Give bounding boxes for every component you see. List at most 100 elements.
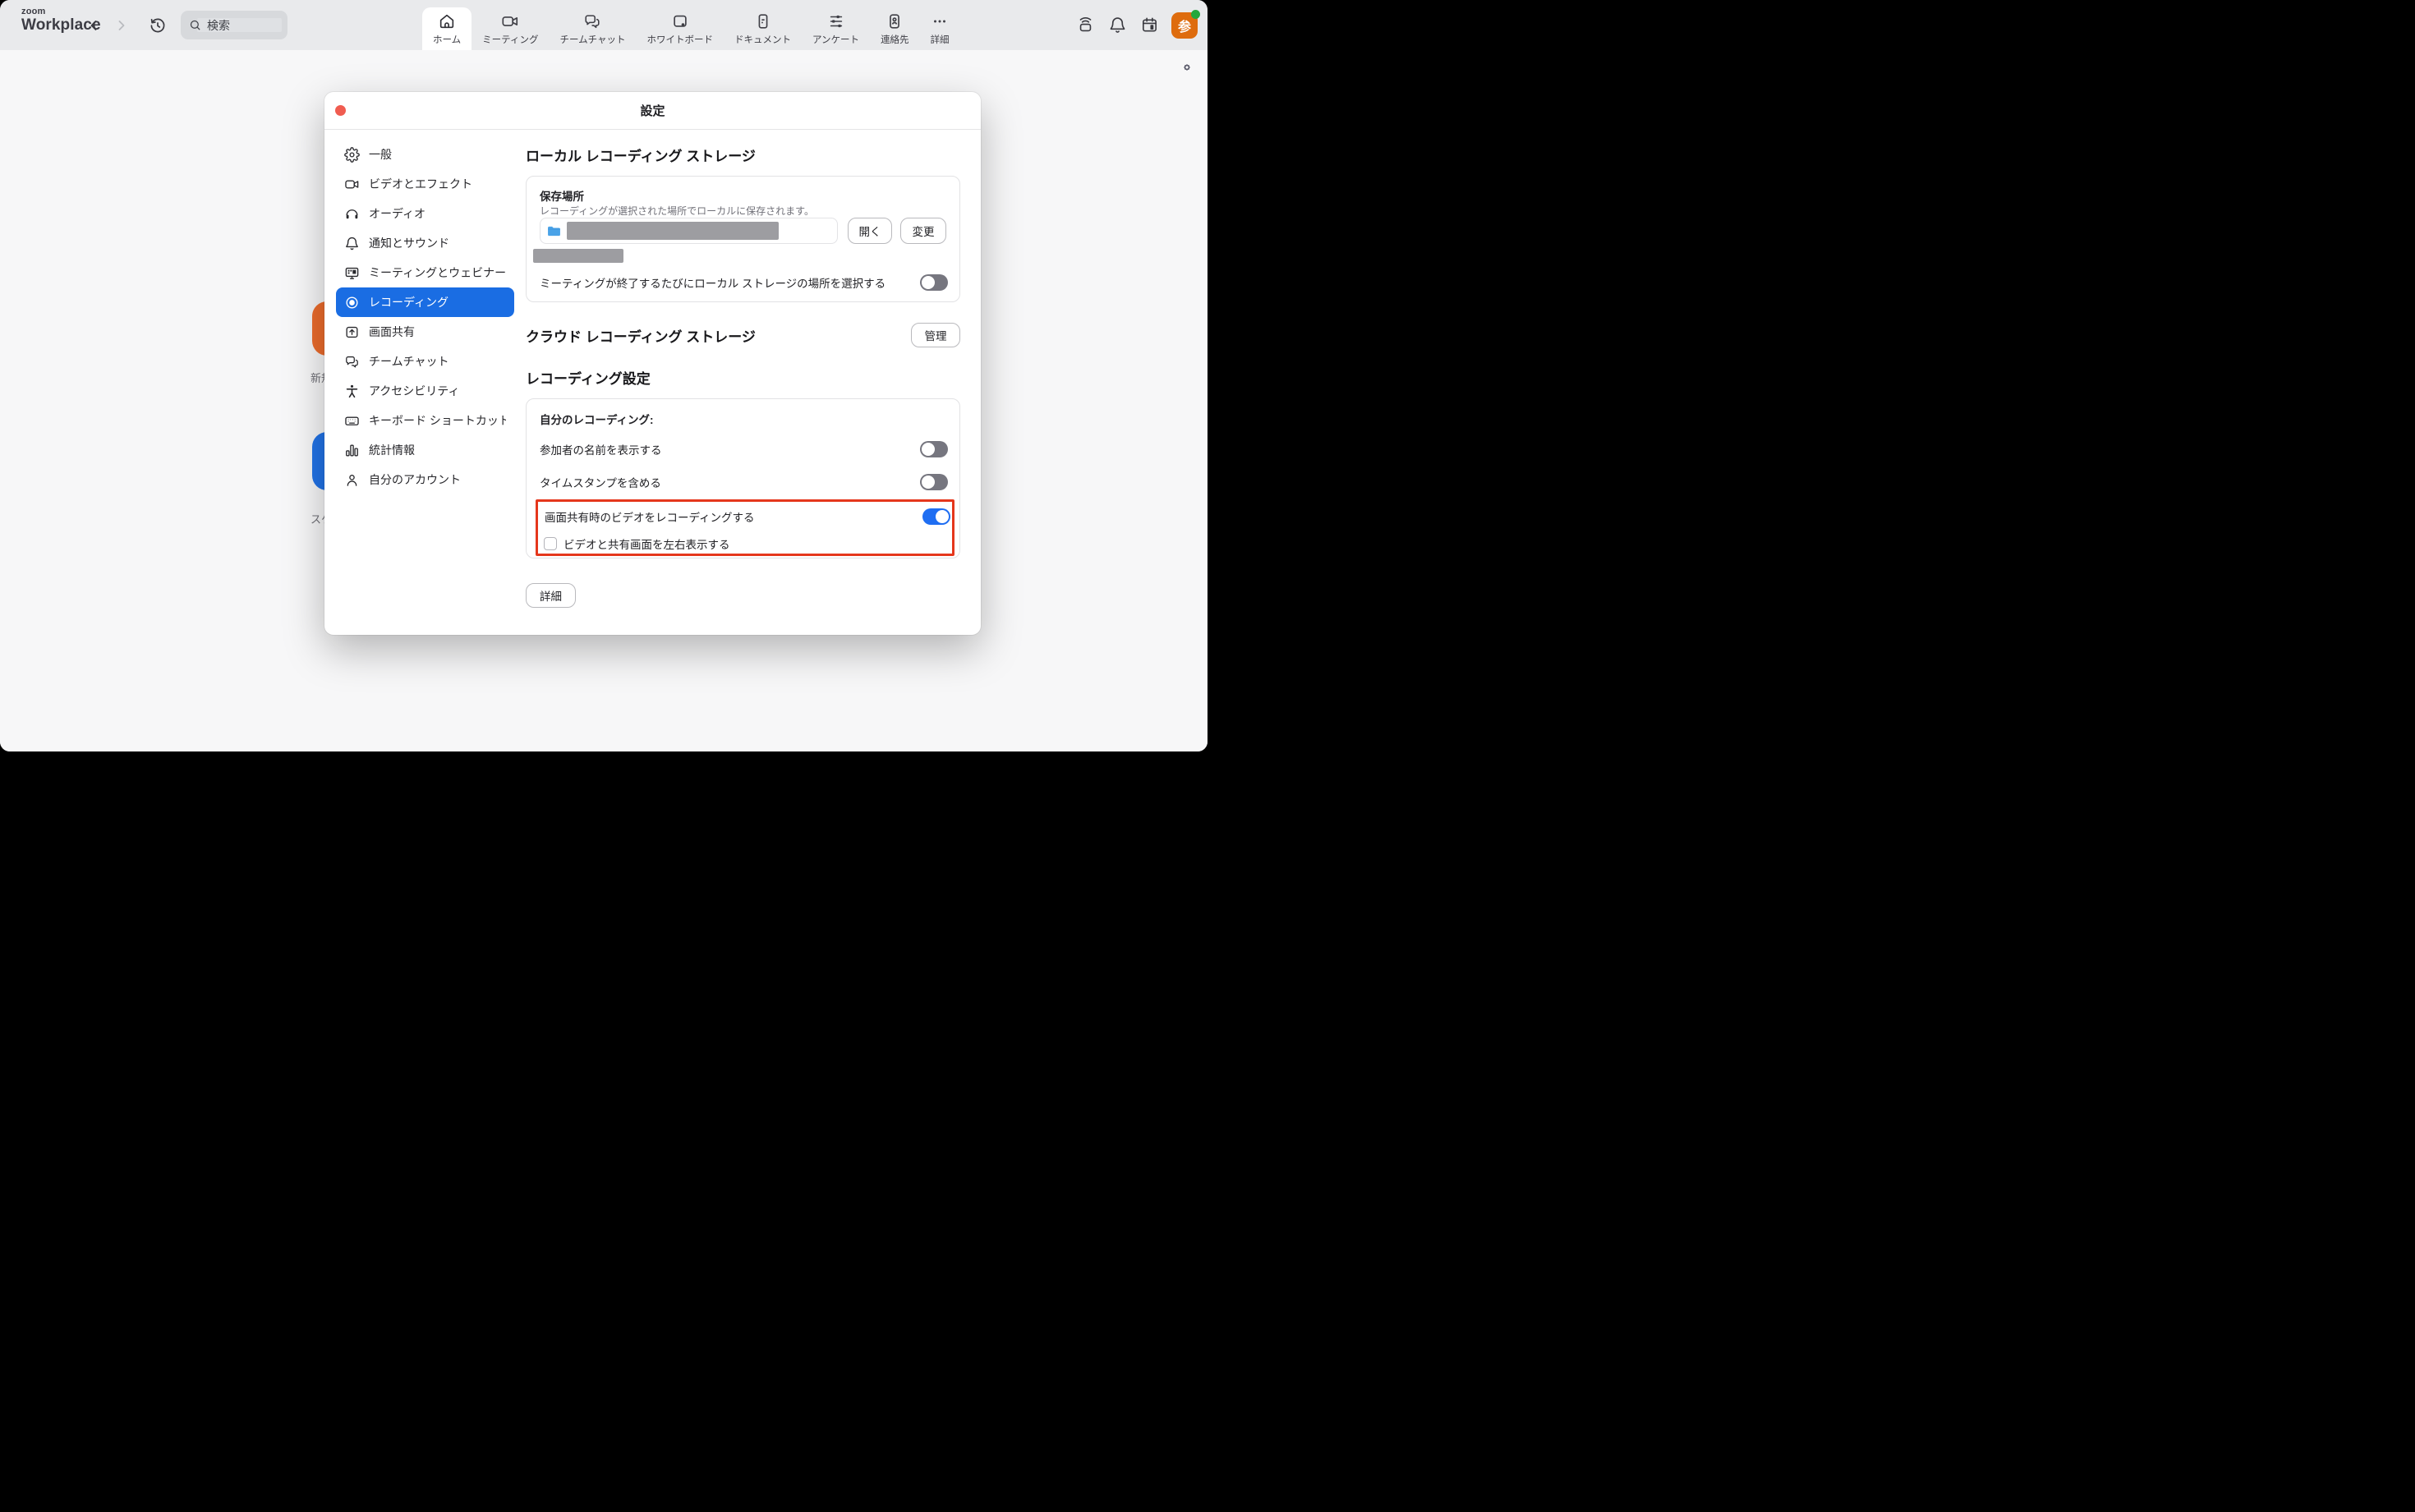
- settings-sidebar: 一般 ビデオとエフェクト オーディオ 通知とサウンド ミーティングとウェビナー: [324, 130, 526, 634]
- side-by-side-row: ビデオと共有画面を左右表示する: [544, 535, 730, 552]
- whiteboard-icon: [671, 12, 689, 30]
- toggle-knob: [922, 476, 935, 489]
- sidebar-item-meetings-webinars[interactable]: ミーティングとウェビナー: [336, 258, 514, 287]
- avatar-initial: 参: [1178, 16, 1191, 35]
- timestamp-row: タイムスタンプを含める: [540, 474, 948, 490]
- sidebar-item-general[interactable]: 一般: [336, 140, 514, 169]
- home-settings-gear-icon[interactable]: [1180, 61, 1194, 74]
- top-toolbar: zoom Workplace 検索 ホーム: [0, 0, 1208, 50]
- tab-meetings[interactable]: ミーティング: [472, 7, 549, 50]
- history-button[interactable]: [148, 16, 168, 35]
- sidebar-item-statistics[interactable]: 統計情報: [336, 435, 514, 465]
- dialog-titlebar: 設定: [324, 92, 981, 130]
- avatar[interactable]: 参: [1171, 12, 1198, 39]
- record-icon: [344, 295, 360, 310]
- ellipsis-icon: [931, 12, 949, 30]
- team-chat-icon: [583, 12, 601, 30]
- choose-location-toggle[interactable]: [920, 274, 948, 291]
- tab-team-chat[interactable]: チームチャット: [549, 7, 636, 50]
- tab-more[interactable]: 詳細: [920, 7, 960, 50]
- sidebar-item-label: レコーディング: [369, 294, 448, 310]
- tab-label: 連絡先: [881, 33, 909, 46]
- search-placeholder: 検索: [207, 17, 230, 34]
- details-button[interactable]: 詳細: [526, 583, 576, 608]
- sidebar-item-label: 一般: [369, 146, 392, 163]
- person-icon: [344, 472, 360, 488]
- local-storage-card: 保存場所 レコーディングが選択された場所でローカルに保存されます。 開く 変更 …: [526, 176, 960, 302]
- tab-surveys[interactable]: アンケート: [802, 7, 870, 50]
- sidebar-item-video-effects[interactable]: ビデオとエフェクト: [336, 169, 514, 199]
- sidebar-item-accessibility[interactable]: アクセシビリティ: [336, 376, 514, 406]
- keyboard-icon: [344, 413, 360, 429]
- timestamp-label: タイムスタンプを含める: [540, 474, 661, 490]
- sidebar-item-my-account[interactable]: 自分のアカウント: [336, 465, 514, 494]
- main-nav-tabs: ホーム ミーティング チームチャット ホワイトボード ドキュメント アンケート: [422, 0, 960, 50]
- open-button[interactable]: 開く: [848, 218, 892, 244]
- sidebar-item-team-chat[interactable]: チームチャット: [336, 347, 514, 376]
- path-redaction: [567, 222, 779, 240]
- sidebar-item-label: キーボード ショートカット: [369, 412, 506, 429]
- tab-label: チームチャット: [559, 33, 625, 46]
- toggle-knob: [936, 510, 949, 523]
- manage-button[interactable]: 管理: [911, 323, 960, 347]
- participant-names-label: 参加者の名前を表示する: [540, 441, 662, 457]
- search-icon: [189, 19, 201, 31]
- accessibility-icon: [344, 384, 360, 399]
- settings-dialog: 設定 一般 ビデオとエフェクト オーディオ 通知とサウン: [324, 92, 981, 635]
- sidebar-item-label: チームチャット: [369, 353, 448, 370]
- record-video-share-row: 画面共有時のビデオをレコーディングする: [545, 508, 950, 525]
- local-recording-heading: ローカル レコーディング ストレージ: [526, 145, 961, 165]
- sidebar-item-label: 通知とサウンド: [369, 235, 449, 251]
- change-button[interactable]: 変更: [900, 218, 946, 244]
- home-icon: [438, 12, 456, 30]
- sidebar-item-label: 統計情報: [369, 442, 415, 458]
- share-to-device-icon: [1076, 16, 1095, 34]
- side-by-side-checkbox[interactable]: [544, 537, 557, 550]
- tab-home[interactable]: ホーム: [422, 7, 472, 50]
- recording-path-field[interactable]: [540, 218, 838, 244]
- record-video-share-toggle[interactable]: [922, 508, 950, 525]
- statistics-icon: [344, 443, 360, 458]
- sidebar-item-label: アクセシビリティ: [369, 383, 459, 399]
- video-camera-icon: [344, 177, 360, 192]
- tab-contacts[interactable]: 連絡先: [870, 7, 920, 50]
- tab-label: ホーム: [433, 33, 461, 46]
- toggle-knob: [922, 443, 935, 456]
- sidebar-item-screen-share[interactable]: 画面共有: [336, 317, 514, 347]
- notifications-button[interactable]: [1107, 16, 1127, 35]
- team-chat-icon: [344, 354, 360, 370]
- forward-button[interactable]: [113, 16, 131, 34]
- sidebar-item-recording[interactable]: レコーディング: [336, 287, 514, 317]
- side-by-side-label: ビデオと共有画面を左右表示する: [564, 535, 730, 552]
- sidebar-item-label: オーディオ: [369, 205, 426, 222]
- survey-icon: [827, 12, 845, 30]
- calendar-button[interactable]: [1139, 16, 1159, 35]
- contacts-icon: [886, 12, 904, 30]
- tab-label: 詳細: [931, 33, 950, 46]
- sidebar-item-label: 画面共有: [369, 324, 415, 340]
- sidebar-item-label: ミーティングとウェビナー: [369, 264, 506, 281]
- toggle-knob: [922, 276, 935, 289]
- cloud-storage-row: クラウド レコーディング ストレージ 管理: [526, 323, 960, 347]
- path-redaction-2: [533, 249, 623, 263]
- tab-whiteboard[interactable]: ホワイトボード: [637, 7, 724, 50]
- zoom-workplace-window: zoom Workplace 検索 ホーム: [0, 0, 1208, 751]
- back-button[interactable]: [85, 16, 103, 34]
- screen: zoom Workplace 検索 ホーム: [0, 0, 1208, 756]
- timestamp-toggle[interactable]: [920, 474, 948, 490]
- tab-docs[interactable]: ドキュメント: [724, 7, 802, 50]
- chevron-right-icon: [113, 17, 130, 34]
- share-to-device-button[interactable]: [1075, 16, 1095, 35]
- bell-icon: [344, 236, 360, 251]
- sidebar-item-notifications[interactable]: 通知とサウンド: [336, 228, 514, 258]
- search-input[interactable]: 検索: [181, 11, 288, 39]
- close-button[interactable]: [335, 105, 346, 116]
- tab-label: ドキュメント: [734, 33, 791, 46]
- choose-location-label: ミーティングが終了するたびにローカル ストレージの場所を選択する: [540, 274, 886, 291]
- recording-settings-heading: レコーディング設定: [526, 367, 961, 388]
- sidebar-item-keyboard-shortcuts[interactable]: キーボード ショートカット: [336, 406, 514, 435]
- participant-names-row: 参加者の名前を表示する: [540, 441, 948, 457]
- participant-names-toggle[interactable]: [920, 441, 948, 457]
- sidebar-item-audio[interactable]: オーディオ: [336, 199, 514, 228]
- save-location-label: 保存場所: [540, 187, 584, 204]
